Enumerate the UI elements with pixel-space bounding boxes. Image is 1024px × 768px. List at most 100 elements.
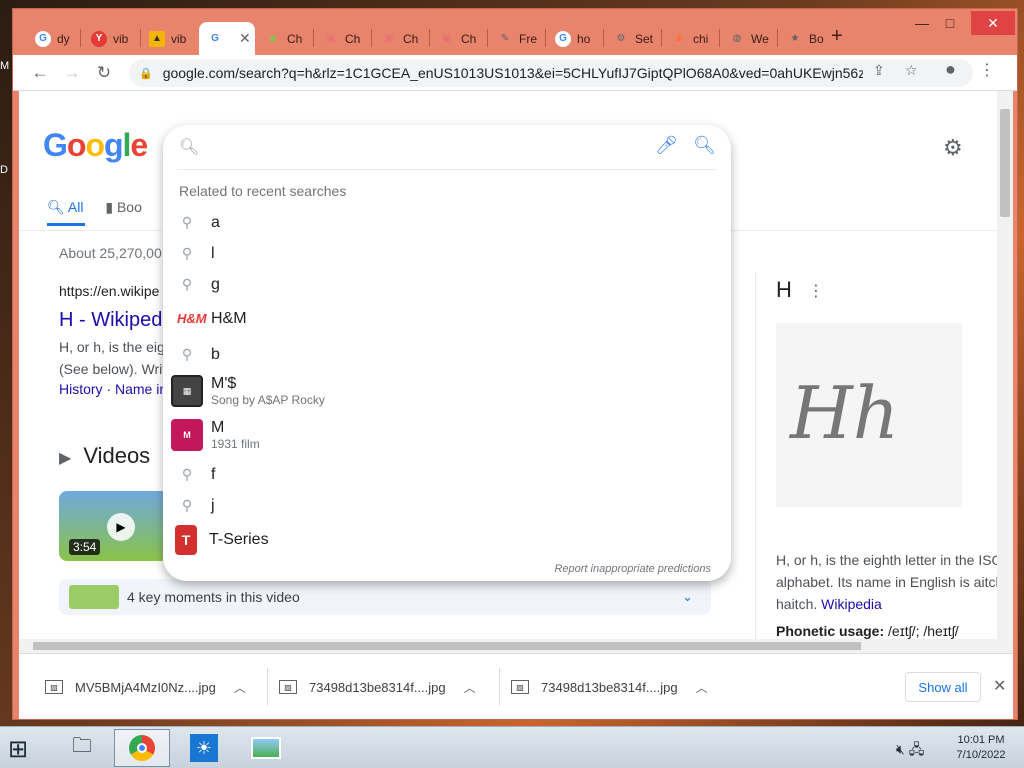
tab-title: Ch	[287, 31, 303, 46]
more-options-icon[interactable]: ⋮	[808, 281, 824, 301]
video-thumbnail[interactable]: ▶ 3:54	[59, 491, 169, 561]
suggestion-item[interactable]: ⚲ a	[163, 207, 731, 238]
taskbar-clock[interactable]: 10:01 PM 7/10/2022	[946, 733, 1016, 763]
search-input[interactable]: 🔍︎ 🎤︎ 🔍︎	[163, 125, 731, 169]
tab-6[interactable]: ▣ Ch	[373, 22, 429, 55]
suggestion-text: b	[211, 345, 220, 363]
suggestion-item[interactable]: ⚲ j	[163, 490, 731, 521]
tab-13[interactable]: ★ Bo	[779, 22, 835, 55]
chrome-taskbar-icon[interactable]	[114, 729, 170, 767]
google-logo[interactable]: Google	[43, 127, 148, 164]
search-submit-icon[interactable]: 🔍︎	[693, 135, 716, 156]
play-icon[interactable]: ▶	[107, 513, 135, 541]
file-explorer-icon[interactable]: 🗀	[54, 729, 110, 767]
maximize-button[interactable]: □	[933, 11, 967, 35]
key-moments-label: 4 key moments in this video	[127, 589, 300, 605]
suggestion-text: f	[211, 465, 216, 483]
tab-5[interactable]: ▣ Ch	[315, 22, 371, 55]
horizontal-scrollbar[interactable]	[19, 639, 997, 653]
result-sitelinks[interactable]: History · Name in	[59, 381, 167, 397]
tab-4[interactable]: ◆ Ch	[257, 22, 313, 55]
result-cite[interactable]: https://en.wikipe	[59, 283, 159, 299]
suggestion-item[interactable]: ⚲ l	[163, 238, 731, 269]
profile-avatar-icon[interactable]: ●	[945, 59, 956, 80]
kp-letter-image[interactable]: Hh	[776, 323, 962, 507]
chevron-up-icon[interactable]: ︿	[234, 679, 246, 696]
chrome-menu-icon[interactable]: ⋮	[979, 60, 995, 80]
tab-7[interactable]: ▣ Ch	[431, 22, 487, 55]
new-tab-plus-icon[interactable]: +	[831, 25, 843, 48]
tab-1[interactable]: Yvib	[83, 22, 139, 55]
suggestion-item[interactable]: M M 1931 film	[163, 415, 731, 455]
tab-10[interactable]: ⚙ Set	[605, 22, 661, 55]
tab-8[interactable]: ✎ Fre	[489, 22, 545, 55]
kp-wikipedia-link[interactable]: Wikipedia	[821, 596, 882, 612]
active-tab-underline	[47, 223, 85, 226]
download-item[interactable]: ▨ 73498d13be8314f....jpg ︿	[279, 674, 476, 700]
tab-close-icon[interactable]: ✕	[239, 30, 251, 47]
close-window-button[interactable]: ✕	[971, 11, 1015, 35]
suggestion-item[interactable]: ⚲ b	[163, 339, 731, 370]
videos-heading: ▶ Videos	[59, 443, 150, 469]
tab-2[interactable]: ▲ vib	[141, 22, 197, 55]
suggestion-item[interactable]: ⚲ f	[163, 459, 731, 490]
tab-11[interactable]: ♟ chi	[663, 22, 719, 55]
microphone-icon[interactable]: 🎤︎	[655, 135, 678, 156]
related-label: Related to recent searches	[179, 183, 347, 199]
tab-title: Ch	[345, 31, 361, 46]
network-icon[interactable]: 🖧	[909, 741, 925, 757]
result-title-link[interactable]: H - Wikipedi	[59, 309, 167, 332]
report-predictions-link[interactable]: Report inappropriate predictions	[554, 563, 711, 575]
tab-0[interactable]: Gdy	[27, 22, 79, 55]
chevron-down-icon[interactable]: ⌄	[682, 589, 693, 605]
settings-gear-icon[interactable]: ⚙	[943, 135, 963, 161]
kp-description: H, or h, is the eighth letter in the ISO…	[776, 549, 1013, 615]
download-item[interactable]: ▨ MV5BMjA4MzI0Nz....jpg ︿	[45, 674, 246, 700]
windows-start-icon[interactable]: ⊞	[8, 735, 28, 764]
chevron-up-icon[interactable]: ︿	[464, 679, 476, 696]
photos-app-icon[interactable]	[238, 729, 294, 767]
tab-title: Ch	[403, 31, 419, 46]
address-bar[interactable]: 🔒 google.com/search?q=h&rlz=1C1GCEA_enUS…	[129, 59, 973, 87]
forward-arrow-icon[interactable]: →	[61, 62, 83, 84]
download-item[interactable]: ▨ 73498d13be8314f....jpg ︿	[511, 674, 708, 700]
search-icon: 🔍︎	[47, 199, 65, 215]
suggestion-item[interactable]: ⚲ g	[163, 269, 731, 300]
tab-12[interactable]: ◍ We	[721, 22, 777, 55]
kp-letter-glyphs: Hh	[790, 371, 900, 455]
search-icon: ⚲	[181, 214, 193, 230]
tab-3-active[interactable]: G ✕	[199, 22, 255, 55]
chrome-store-icon: ▣	[326, 33, 336, 44]
suggestion-text: j	[211, 496, 215, 514]
tab-separator	[371, 29, 372, 47]
tab-title: vib	[171, 31, 187, 46]
globe-icon: ◍	[732, 33, 742, 44]
suggestion-item[interactable]: T T-Series	[163, 523, 731, 557]
suggestion-item[interactable]: H&M H&M	[163, 303, 731, 334]
brightness-app-icon[interactable]: ☀	[176, 729, 232, 767]
address-url[interactable]: google.com/search?q=h&rlz=1C1GCEA_enUS10…	[163, 65, 863, 81]
scrollbar-thumb[interactable]	[33, 642, 861, 650]
bookmark-star-icon[interactable]: ☆	[905, 62, 918, 79]
vertical-scrollbar[interactable]	[997, 91, 1013, 653]
knowledge-panel: H ⋮ Hh H, or h, is the eighth letter in …	[755, 273, 1009, 653]
desktop-letter-m: M	[0, 60, 10, 72]
key-moments-expander[interactable]: 4 key moments in this video ⌄	[59, 579, 711, 615]
reload-icon[interactable]: ↻	[93, 62, 115, 84]
tab-all[interactable]: All	[68, 199, 84, 215]
browser-toolbar: ← → ↻ 🔒 google.com/search?q=h&rlz=1C1GCE…	[13, 55, 1017, 91]
chevron-up-icon[interactable]: ︿	[696, 679, 708, 696]
search-suggestions-dropdown: 🔍︎ 🎤︎ 🔍︎ Related to recent searches ⚲ a ⚲…	[163, 125, 731, 581]
scrollbar-thumb[interactable]	[1000, 109, 1010, 217]
tab-9[interactable]: Gho	[547, 22, 603, 55]
suggestion-text: T-Series	[209, 531, 269, 548]
suggestion-item[interactable]: ▦ M'$ Song by A$AP Rocky	[163, 371, 731, 411]
share-icon[interactable]: ⇪	[873, 62, 885, 79]
image-file-icon: ▨	[45, 680, 63, 694]
tab-books[interactable]: Boo	[117, 199, 142, 215]
back-arrow-icon[interactable]: ←	[29, 62, 51, 84]
show-all-button[interactable]: Show all	[905, 672, 981, 702]
volume-mute-icon[interactable]: 🔇︎	[896, 741, 905, 757]
close-downloads-icon[interactable]: ✕	[993, 676, 1006, 696]
suggestion-text: M	[211, 419, 225, 436]
